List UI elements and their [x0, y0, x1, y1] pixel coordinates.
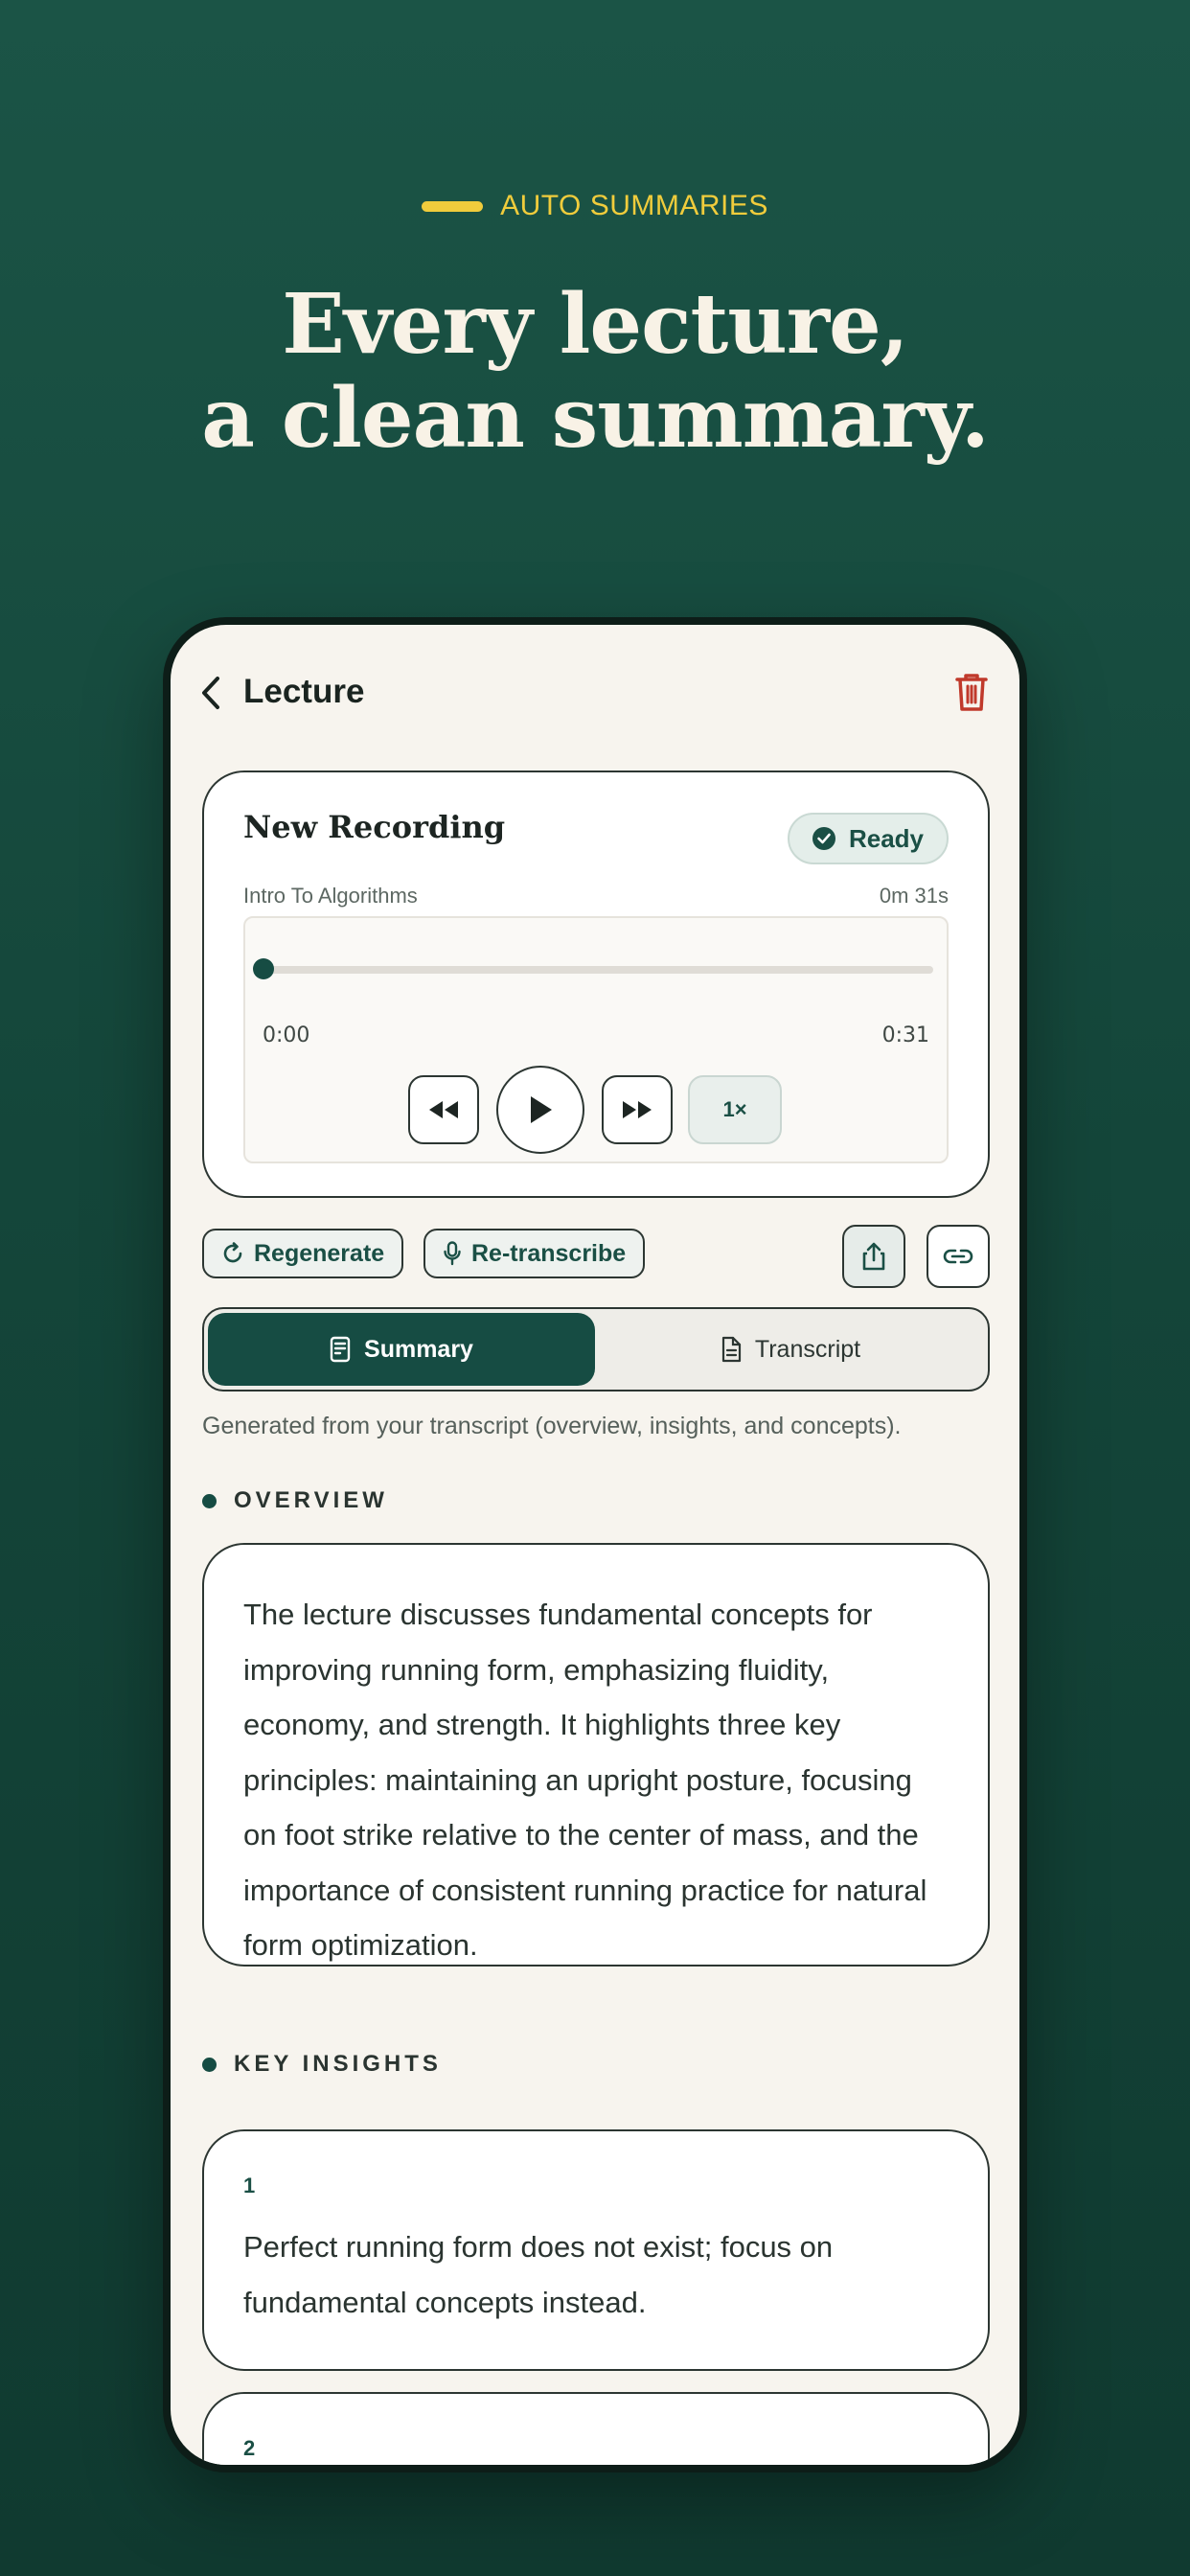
rewind-icon: [429, 1101, 458, 1118]
insight-number: 1: [243, 2174, 256, 2197]
total-time: 0:31: [881, 1024, 929, 1047]
microphone-icon: [444, 1241, 461, 1266]
recording-title: New Recording: [243, 809, 506, 845]
tab-transcript[interactable]: Transcript: [597, 1313, 984, 1386]
overview-card: The lecture discusses fundamental concep…: [202, 1543, 990, 1966]
regenerate-label: Regenerate: [254, 1239, 385, 1267]
recording-card: New Recording Ready Intro To Algorithms …: [202, 770, 990, 1198]
tab-transcript-label: Transcript: [754, 1335, 861, 1363]
recording-duration: 0m 31s: [879, 884, 949, 908]
overview-heading: OVERVIEW: [202, 1487, 388, 1514]
check-circle-icon: [812, 827, 835, 850]
app-screen: Lecture New Recording Ready Intro To Alg…: [171, 625, 1019, 2465]
delete-button[interactable]: [950, 669, 993, 715]
back-button[interactable]: [192, 673, 230, 713]
headline: Every lecture, a clean summary.: [0, 278, 1190, 466]
status-badge: Ready: [787, 813, 949, 864]
rewind-button[interactable]: [408, 1075, 479, 1144]
link-icon: [943, 1249, 973, 1264]
audio-player: 0:00 0:31 1×: [243, 916, 949, 1163]
bullet-dot-icon: [202, 1493, 217, 1508]
tab-summary[interactable]: Summary: [208, 1313, 595, 1386]
playback-speed-button[interactable]: 1×: [688, 1075, 782, 1144]
overview-heading-label: OVERVIEW: [234, 1487, 388, 1513]
app-bar: Lecture: [171, 659, 1019, 726]
chevron-left-icon: [202, 677, 219, 709]
copy-link-button[interactable]: [927, 1225, 990, 1288]
seek-track[interactable]: [263, 966, 933, 974]
view-tabs: Summary Transcript: [202, 1307, 990, 1392]
fast-forward-button[interactable]: [602, 1075, 673, 1144]
headline-line-1: Every lecture,: [282, 276, 908, 373]
key-insights-heading: KEY INSIGHTS: [202, 2051, 442, 2078]
key-insights-heading-label: KEY INSIGHTS: [234, 2051, 442, 2077]
eyebrow-label: AUTO SUMMARIES: [500, 190, 768, 221]
trash-icon: [955, 674, 988, 711]
eyebrow-accent-bar: [422, 200, 484, 212]
insight-number: 2: [243, 2436, 256, 2460]
regenerate-button[interactable]: Regenerate: [202, 1229, 404, 1278]
eyebrow: AUTO SUMMARIES: [0, 190, 1190, 222]
seek-handle[interactable]: [253, 958, 274, 979]
insight-card: 1 Perfect running form does not exist; f…: [202, 2129, 990, 2371]
tab-summary-label: Summary: [364, 1335, 473, 1363]
insight-card: 2: [202, 2392, 990, 2465]
status-label: Ready: [848, 823, 924, 853]
fast-forward-icon: [623, 1101, 652, 1118]
generated-note: Generated from your transcript (overview…: [202, 1413, 902, 1439]
insight-text: Perfect running form does not exist; foc…: [243, 2230, 834, 2319]
play-button[interactable]: [496, 1066, 584, 1154]
retranscribe-label: Re-transcribe: [471, 1239, 627, 1267]
refresh-icon: [223, 1242, 242, 1263]
bullet-dot-icon: [202, 2057, 217, 2072]
phone-frame: Lecture New Recording Ready Intro To Alg…: [163, 617, 1027, 2472]
file-text-icon: [721, 1336, 741, 1363]
page-title: Lecture: [243, 673, 365, 710]
overview-text: The lecture discusses fundamental concep…: [243, 1598, 927, 1962]
current-time: 0:00: [263, 1024, 310, 1047]
share-button[interactable]: [842, 1225, 905, 1288]
play-icon: [531, 1096, 552, 1123]
headline-line-2: a clean summary.: [201, 370, 990, 467]
retranscribe-button[interactable]: Re-transcribe: [423, 1229, 646, 1278]
recording-course: Intro To Algorithms: [243, 884, 418, 908]
share-icon: [862, 1242, 885, 1271]
document-icon: [330, 1336, 351, 1363]
